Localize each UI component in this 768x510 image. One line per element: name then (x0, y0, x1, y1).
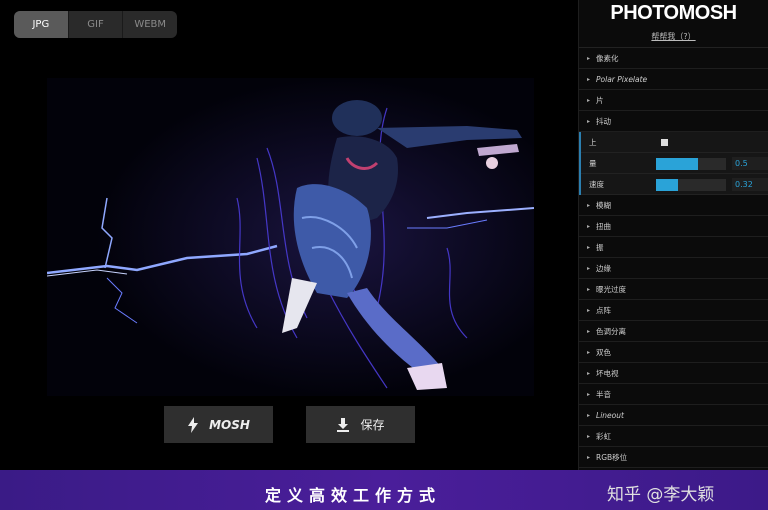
toggle-checkbox[interactable] (661, 139, 668, 146)
effect-item[interactable]: ▸ Polar Pixelate (579, 69, 768, 90)
effect-item[interactable]: ▸ 扭曲 (579, 216, 768, 237)
chevron-right-icon: ▸ (587, 96, 591, 104)
slider-fill (656, 179, 679, 191)
tab-jpg[interactable]: JPG (14, 11, 69, 38)
logo: PHOTOMOSH (610, 1, 737, 24)
chevron-right-icon: ▸ (587, 453, 591, 461)
banner-text: 定义高效工作方式 (265, 486, 442, 505)
effect-item[interactable]: ▸ 双色 (579, 342, 768, 363)
moshed-image (47, 78, 534, 396)
mosh-button[interactable]: MOSH (164, 406, 273, 443)
effect-item[interactable]: ▸ 模糊 (579, 195, 768, 216)
format-tabs: JPG GIF WEBM (14, 11, 177, 38)
slider-label: 量 (589, 158, 597, 168)
chevron-right-icon: ▸ (587, 54, 591, 62)
save-label: 保存 (360, 418, 385, 432)
footer-banner: 定义高效工作方式 知乎 @李大颖 (0, 470, 768, 510)
effect-item[interactable]: ▸ 像素化 (579, 48, 768, 69)
effect-item-label: 坏电视 (596, 368, 619, 378)
effect-item[interactable]: ▸ 片 (579, 90, 768, 111)
effect-item-label: 片 (596, 95, 604, 105)
mosh-label: MOSH (209, 417, 250, 432)
effect-item[interactable]: ▸ 点阵 (579, 300, 768, 321)
chevron-right-icon: ▸ (587, 390, 591, 398)
effect-item-label: 像素化 (596, 53, 619, 63)
slider-value-input[interactable]: 0.32 (732, 178, 768, 191)
download-icon (336, 417, 350, 432)
effect-item-label: 点阵 (596, 305, 612, 315)
effect-item-label: RGB移位 (596, 452, 628, 462)
effect-item[interactable]: ▸ 色调分离 (579, 321, 768, 342)
chevron-right-icon: ▸ (587, 348, 591, 356)
chevron-right-icon: ▸ (587, 222, 591, 230)
effect-item-label: 振 (596, 242, 604, 252)
effects-sidebar: PHOTOMOSH 帮帮我（?） ▸ 像素化 ▸ Polar Pixelate ▸ 片 ▸ 抖… (578, 0, 768, 470)
chevron-right-icon: ▸ (587, 285, 591, 293)
effect-item-label: 边缘 (596, 263, 612, 273)
slider[interactable] (656, 158, 726, 170)
image-canvas (47, 78, 534, 396)
effect-item-label: 半音 (596, 389, 612, 399)
effect-item-label: 模糊 (596, 200, 612, 210)
chevron-right-icon: ▸ (587, 201, 591, 209)
tab-webm[interactable]: WEBM (123, 11, 177, 38)
chevron-right-icon: ▸ (587, 411, 591, 419)
chevron-right-icon: ▸ (587, 117, 591, 125)
effect-item[interactable]: ▸ 半音 (579, 384, 768, 405)
slider[interactable] (656, 179, 726, 191)
toggle-row: 上 (581, 132, 768, 153)
slider-value-input[interactable]: 0.5 (732, 157, 768, 170)
slider-label: 速度 (589, 179, 604, 189)
chevron-right-icon: ▸ (587, 327, 591, 335)
chevron-right-icon: ▸ (587, 264, 591, 272)
effect-item[interactable]: ▸ RGB移位 (579, 447, 768, 468)
effect-item-label: Polar Pixelate (596, 74, 648, 84)
effect-item[interactable]: ▸ 坏电视 (579, 363, 768, 384)
effect-item[interactable]: ▸ 振 (579, 237, 768, 258)
effect-item-label: 色调分离 (596, 326, 627, 336)
effect-item[interactable]: ▸ 曝光过度 (579, 279, 768, 300)
effect-item-label: 彩虹 (596, 431, 612, 441)
effect-item[interactable]: ▸ 边缘 (579, 258, 768, 279)
effect-item-label: 扭曲 (596, 221, 612, 231)
tab-gif[interactable]: GIF (69, 11, 124, 38)
effect-item[interactable]: ▸ 抖动 (579, 111, 768, 132)
watermark: 知乎 @李大颖 (607, 485, 715, 505)
chevron-right-icon: ▸ (587, 432, 591, 440)
chevron-right-icon: ▸ (587, 369, 591, 377)
toggle-label: 上 (589, 137, 597, 147)
effect-item-label: Lineout (596, 410, 624, 420)
slider-row: 速度 0.32 (581, 174, 768, 195)
lightning-icon (187, 416, 199, 433)
chevron-right-icon: ▸ (587, 243, 591, 251)
slider-fill (656, 158, 698, 170)
effect-item-label: 抖动 (596, 116, 612, 126)
effect-item-label: 曝光过度 (596, 284, 627, 294)
chevron-right-icon: ▸ (587, 306, 591, 314)
chevron-right-icon: ▸ (587, 75, 591, 83)
save-button[interactable]: 保存 (306, 406, 415, 443)
help-link[interactable]: 帮帮我（?） (579, 26, 768, 48)
effect-settings: 上 量 0.5 速度 0.32 (579, 132, 768, 195)
effect-item[interactable]: ▸ Lineout (579, 405, 768, 426)
effect-item-label: 双色 (596, 347, 612, 357)
effect-item[interactable]: ▸ 彩虹 (579, 426, 768, 447)
slider-row: 量 0.5 (581, 153, 768, 174)
